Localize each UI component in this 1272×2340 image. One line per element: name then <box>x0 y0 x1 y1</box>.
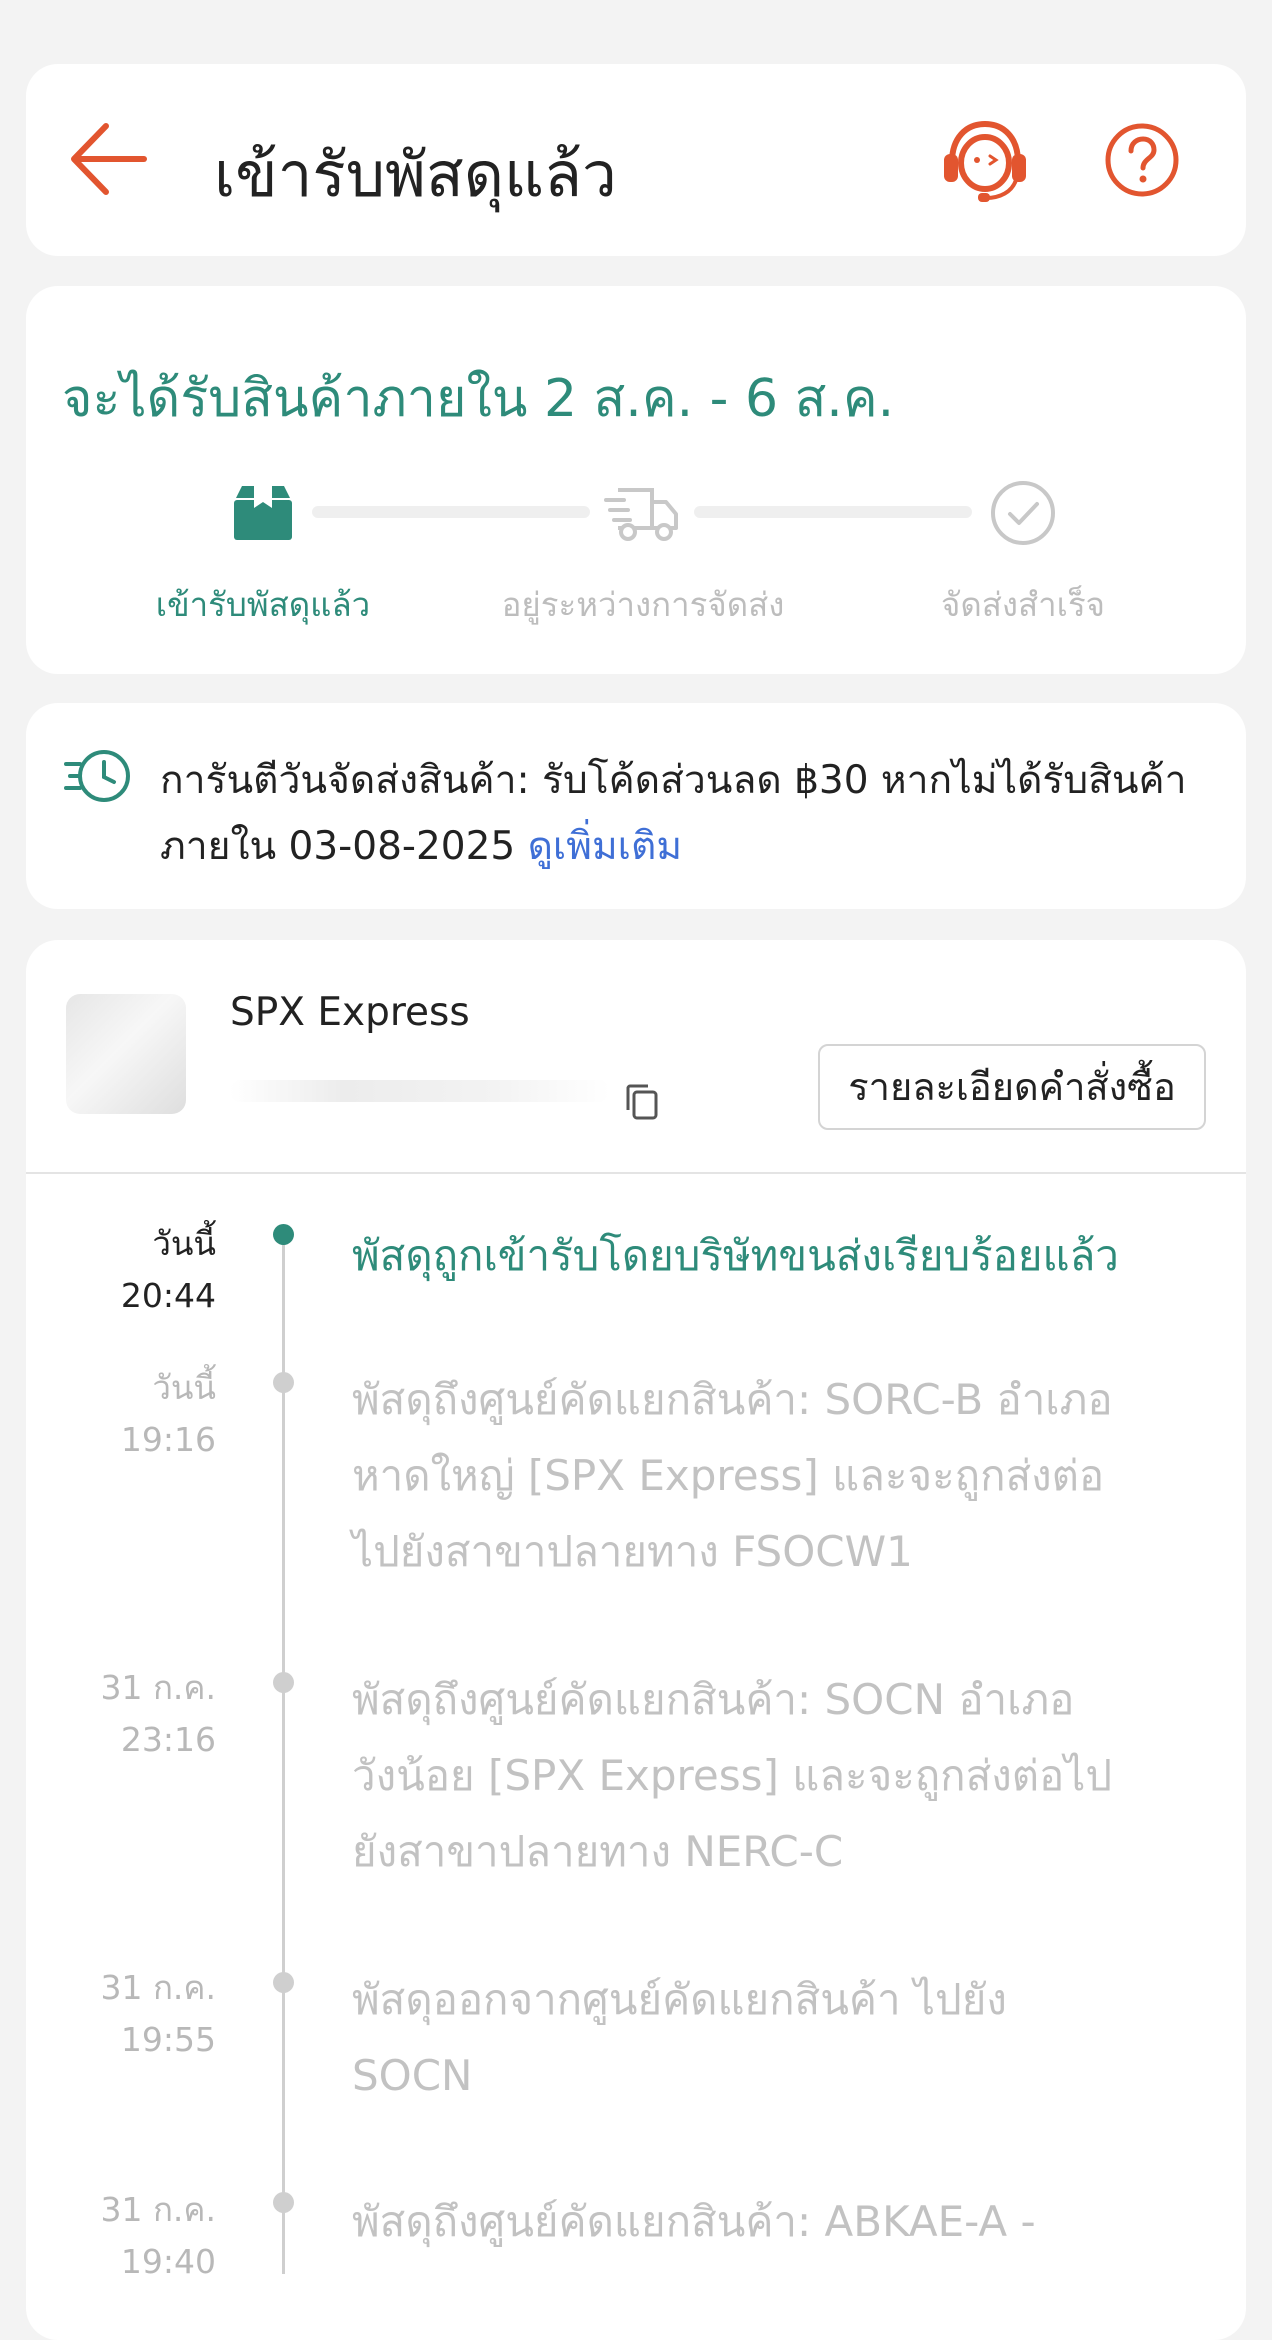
carrier-thumbnail <box>66 994 186 1114</box>
event-description: พัสดุถึงศูนย์คัดแยกสินค้า: SOCN อำเภอ วั… <box>352 1675 1113 1876</box>
event-date: วันนี้ 20:44 <box>120 1224 216 1315</box>
event-description: พัสดุออกจากศูนย์คัดแยกสินค้า ไปยัง SOCN <box>352 1975 1007 2100</box>
timeline-dot-active <box>273 1224 294 1245</box>
tracking-number-redacted <box>230 1080 610 1102</box>
timeline-dot <box>273 1372 294 1393</box>
step-label-in-transit: อยู่ระหว่างการจัดส่ง <box>501 585 785 624</box>
event-date: วันนี้ 19:16 <box>120 1368 216 1459</box>
progress-line-2 <box>694 506 972 518</box>
progress-line-1 <box>312 506 590 518</box>
step-label-delivered: จัดส่งสำเร็จ <box>940 585 1106 624</box>
copy-icon[interactable] <box>624 1084 660 1120</box>
guarantee-text: การันตีวันจัดส่งสินค้า: รับโค้ดส่วนลด ฿3… <box>160 748 1220 880</box>
guarantee-line-1: การันตีวันจัดส่งสินค้า: รับโค้ดส่วนลด ฿3… <box>160 758 1187 803</box>
event-description: พัสดุถึงศูนย์คัดแยกสินค้า: SORC-B อำเภอ … <box>352 1375 1113 1576</box>
timeline-dot <box>273 1972 294 1993</box>
order-detail-button[interactable]: รายละเอียดคำสั่งซื้อ <box>818 1044 1206 1130</box>
check-circle-icon <box>991 481 1055 545</box>
estimated-delivery: จะได้รับสินค้าภายใน 2 ส.ค. - 6 ส.ค. <box>62 369 895 429</box>
event-date: 31 ก.ค. 19:40 <box>100 2190 216 2281</box>
event-date: 31 ก.ค. 19:55 <box>100 1968 216 2059</box>
question-circle-icon[interactable] <box>1104 122 1180 198</box>
event-description: พัสดุถูกเข้ารับโดยบริษัทขนส่งเรียบร้อยแล… <box>352 1231 1119 1280</box>
package-box-icon <box>234 486 292 540</box>
header-bar <box>26 64 1246 256</box>
step-label-picked-up: เข้ารับพัสดุแล้ว <box>155 585 371 624</box>
page-title: เข้ารับพัสดุแล้ว <box>214 138 617 211</box>
truck-icon <box>604 488 678 541</box>
fast-clock-icon <box>64 750 130 802</box>
timeline-dot <box>273 1672 294 1693</box>
guarantee-line-2: ภายใน 03-08-2025 <box>160 824 528 869</box>
arrow-left-icon[interactable] <box>66 118 148 200</box>
timeline-dot <box>273 2192 294 2213</box>
tracking-card <box>26 940 1246 2340</box>
event-description: พัสดุถึงศูนย์คัดแยกสินค้า: ABKAE-A - <box>352 2197 1036 2246</box>
divider <box>26 1172 1246 1174</box>
see-more-link[interactable]: ดูเพิ่มเติม <box>528 824 682 869</box>
carrier-name: SPX Express <box>230 990 470 1035</box>
headset-support-icon[interactable] <box>940 118 1030 204</box>
event-date: 31 ก.ค. 23:16 <box>100 1668 216 1759</box>
